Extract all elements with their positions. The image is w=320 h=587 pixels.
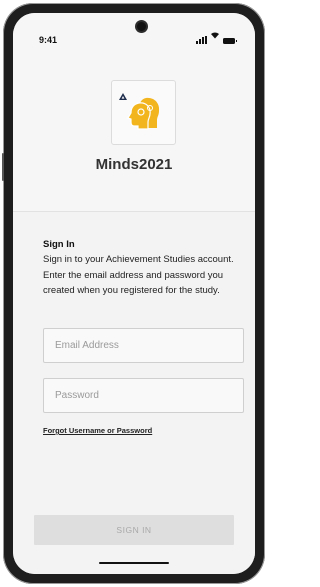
home-indicator[interactable] — [99, 562, 169, 564]
minds-heads-logo-icon — [126, 94, 164, 137]
app-title: Minds2021 — [95, 156, 173, 173]
status-bar: 9:41 — [13, 13, 255, 53]
sign-in-button[interactable]: SIGN IN — [34, 515, 234, 545]
sign-in-heading: Sign In — [43, 239, 75, 250]
header-area: 9:41 Minds2021 — [13, 13, 255, 212]
screen: 9:41 Minds2021 Sign In Sign in to your A… — [13, 13, 255, 574]
power-button — [2, 153, 4, 181]
status-time: 9:41 — [39, 35, 58, 45]
wifi-icon — [210, 26, 220, 44]
forgot-username-password-link[interactable]: Forgot Username or Password — [43, 426, 152, 435]
password-field[interactable] — [43, 378, 244, 413]
sign-in-description: Sign in to your Achievement Studies acco… — [43, 254, 234, 296]
phone-frame: 9:41 Minds2021 Sign In Sign in to your A… — [2, 3, 265, 584]
camera — [137, 22, 146, 31]
email-field[interactable] — [43, 328, 244, 363]
sign-in-form: Sign In Sign in to your Achievement Stud… — [13, 212, 255, 574]
battery-icon — [223, 38, 237, 44]
signal-icon — [196, 36, 207, 44]
app-logo — [111, 80, 176, 145]
status-icons — [196, 32, 237, 44]
